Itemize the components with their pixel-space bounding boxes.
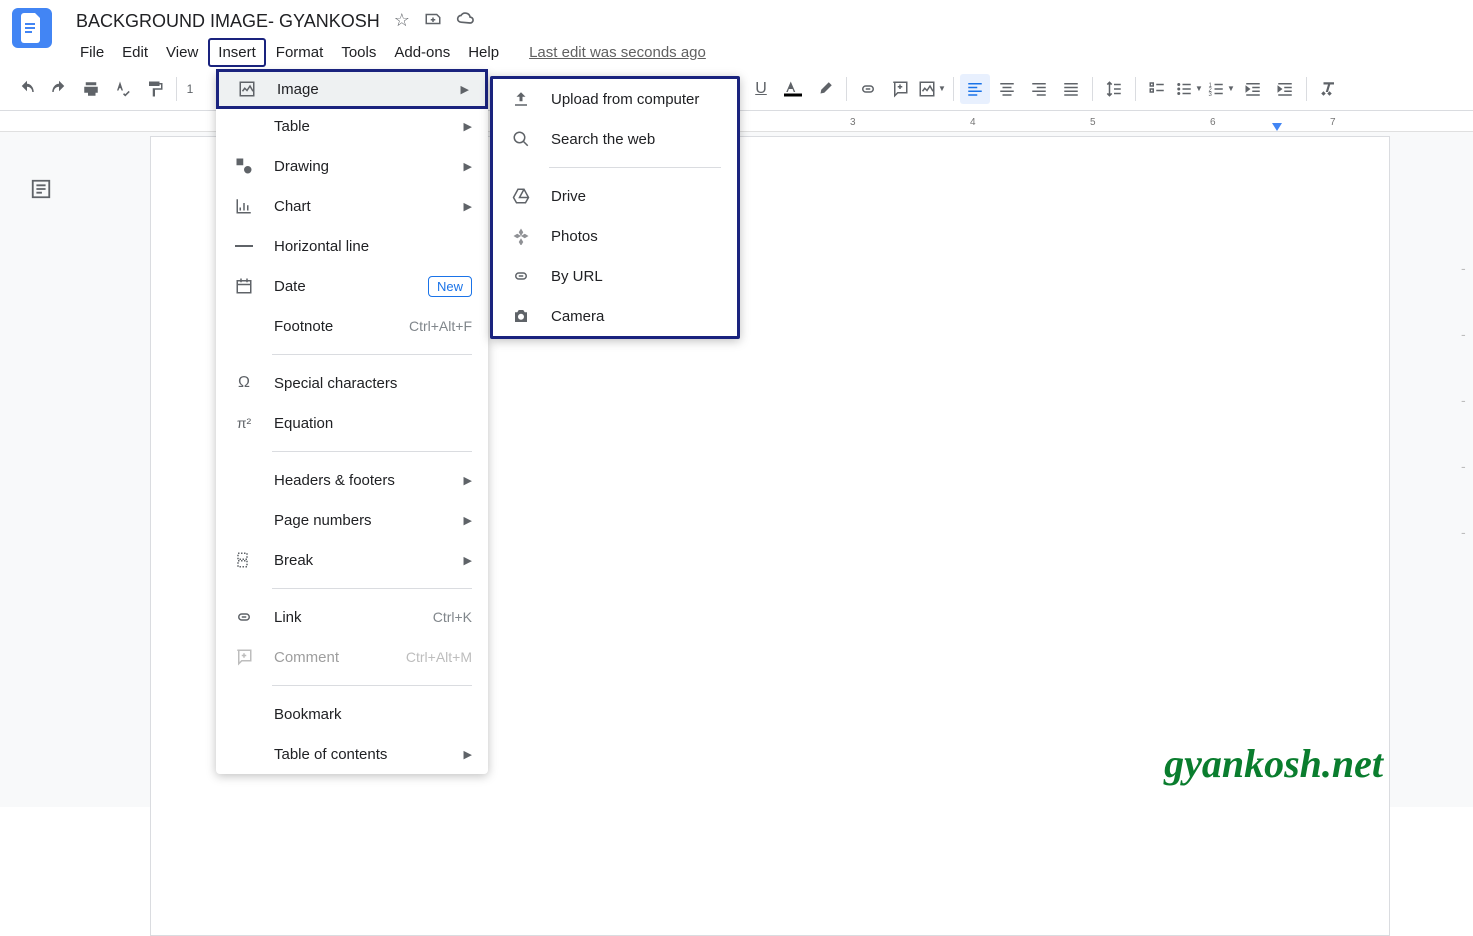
chevron-right-icon: ▶ [461, 83, 469, 96]
menu-bookmark[interactable]: Bookmark [216, 694, 488, 734]
cloud-icon[interactable] [456, 10, 476, 33]
drive-icon [509, 187, 533, 205]
menu-format[interactable]: Format [268, 40, 332, 65]
align-left-button[interactable] [960, 74, 990, 104]
svg-text:2: 2 [1209, 87, 1213, 93]
indent-decrease-button[interactable] [1238, 74, 1268, 104]
submenu-search-web[interactable]: Search the web [493, 119, 737, 159]
menu-date[interactable]: Date New [216, 266, 488, 306]
new-badge: New [428, 276, 472, 297]
document-title[interactable]: BACKGROUND IMAGE- GYANKOSH [72, 11, 380, 32]
menu-comment[interactable]: Comment Ctrl+Alt+M [216, 637, 488, 677]
align-right-button[interactable] [1024, 74, 1054, 104]
link-icon [232, 608, 256, 626]
menu-drawing[interactable]: Drawing ▶ [216, 146, 488, 186]
calendar-icon [232, 277, 256, 295]
print-button[interactable] [76, 74, 106, 104]
highlight-button[interactable] [810, 74, 840, 104]
menu-image[interactable]: Image ▶ [216, 69, 488, 109]
bullet-list-button[interactable]: ▼ [1174, 74, 1204, 104]
menu-insert[interactable]: Insert [208, 38, 266, 67]
submenu-url[interactable]: By URL [493, 256, 737, 296]
search-icon [509, 130, 533, 148]
undo-button[interactable] [12, 74, 42, 104]
docs-logo[interactable] [12, 8, 52, 48]
comment-button[interactable] [885, 74, 915, 104]
svg-text:1: 1 [1209, 82, 1213, 88]
submenu-photos[interactable]: Photos [493, 216, 737, 256]
outline-icon[interactable] [30, 178, 52, 205]
menu-special-chars[interactable]: Ω Special characters [216, 363, 488, 403]
underline-button[interactable]: U [746, 74, 776, 104]
image-icon [235, 80, 259, 98]
indent-increase-button[interactable] [1270, 74, 1300, 104]
camera-icon [509, 307, 533, 325]
chart-icon [232, 197, 256, 215]
menu-headers-footers[interactable]: Headers & footers ▶ [216, 460, 488, 500]
svg-text:3: 3 [1209, 91, 1213, 97]
submenu-drive[interactable]: Drive [493, 176, 737, 216]
menu-chart[interactable]: Chart ▶ [216, 186, 488, 226]
menu-footnote[interactable]: Footnote Ctrl+Alt+F [216, 306, 488, 346]
menubar: File Edit View Insert Format Tools Add-o… [72, 38, 706, 67]
image-button[interactable]: ▼ [917, 74, 947, 104]
menu-horizontal-line[interactable]: Horizontal line [216, 226, 488, 266]
align-center-button[interactable] [992, 74, 1022, 104]
last-edit-link[interactable]: Last edit was seconds ago [529, 44, 706, 61]
hline-icon [232, 244, 256, 248]
line-spacing-button[interactable] [1099, 74, 1129, 104]
numbered-list-button[interactable]: 123▼ [1206, 74, 1236, 104]
move-icon[interactable] [424, 10, 442, 33]
text-color-button[interactable] [778, 74, 808, 104]
submenu-camera[interactable]: Camera [493, 296, 737, 336]
menu-edit[interactable]: Edit [114, 40, 156, 65]
menu-help[interactable]: Help [460, 40, 507, 65]
drawing-icon [232, 157, 256, 175]
menu-link[interactable]: Link Ctrl+K [216, 597, 488, 637]
break-icon [232, 551, 256, 569]
image-submenu: Upload from computer Search the web Driv… [490, 76, 740, 339]
ruler-marker[interactable] [1272, 123, 1282, 131]
redo-button[interactable] [44, 74, 74, 104]
menu-tools[interactable]: Tools [333, 40, 384, 65]
pi-icon: π² [232, 415, 256, 431]
insert-menu: Image ▶ Table ▶ Drawing ▶ Chart ▶ Horizo… [216, 72, 488, 774]
menu-page-numbers[interactable]: Page numbers ▶ [216, 500, 488, 540]
comment-icon [232, 648, 256, 666]
menu-toc[interactable]: Table of contents ▶ [216, 734, 488, 774]
photos-icon [509, 227, 533, 245]
omega-icon: Ω [232, 374, 256, 392]
menu-file[interactable]: File [72, 40, 112, 65]
link-button[interactable] [853, 74, 883, 104]
menu-equation[interactable]: π² Equation [216, 403, 488, 443]
star-icon[interactable]: ☆ [394, 10, 410, 33]
spellcheck-button[interactable] [108, 74, 138, 104]
paint-format-button[interactable] [140, 74, 170, 104]
clear-format-button[interactable] [1313, 74, 1343, 104]
upload-icon [509, 90, 533, 108]
menu-table[interactable]: Table ▶ [216, 106, 488, 146]
link-icon [509, 267, 533, 285]
menu-view[interactable]: View [158, 40, 206, 65]
vertical-ruler-marks: ----- [1461, 120, 1471, 520]
watermark: gyankosh.net [1164, 740, 1383, 787]
menu-addons[interactable]: Add-ons [386, 40, 458, 65]
align-justify-button[interactable] [1056, 74, 1086, 104]
submenu-upload[interactable]: Upload from computer [493, 79, 737, 119]
checklist-button[interactable] [1142, 74, 1172, 104]
menu-break[interactable]: Break ▶ [216, 540, 488, 580]
